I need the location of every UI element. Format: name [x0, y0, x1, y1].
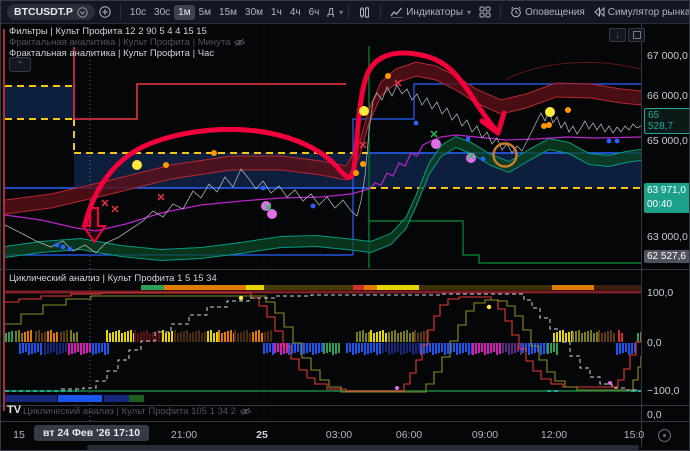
time-tick: 15: [13, 429, 25, 441]
low-price-badge: 62 527,6: [644, 250, 690, 263]
time-tick: 09:00: [472, 429, 498, 441]
indicators-button[interactable]: Индикаторы ▾: [386, 4, 475, 20]
timeframe-button-10с[interactable]: 10с: [126, 5, 150, 20]
indicators-icon: [390, 6, 403, 18]
legend-collapse-button[interactable]: ⌃: [9, 57, 31, 72]
legend-fractal-minute-text: Фрактальная аналитика | Культ Профита | …: [9, 37, 230, 48]
price-axis-label: 63 000,0: [647, 231, 688, 243]
price-axis-label: 66 000,0: [647, 90, 688, 102]
timeframe-more-chevron-icon[interactable]: ▾: [339, 8, 343, 17]
candlestick-icon: [358, 6, 371, 19]
countdown-timer: 00:40: [647, 198, 687, 212]
toolbar-separator: [500, 4, 501, 20]
crosshair-time-badge: вт 24 Фев '26 17:10: [34, 425, 149, 441]
price-axis-label: 0,0: [647, 337, 662, 349]
price-axis-label: 0,0: [647, 409, 662, 421]
top-toolbar: BTCUSDT.P 10с30с1м5м15м30м1ч4ч6чД ▾: [1, 1, 689, 24]
time-tick: 21:00: [171, 429, 197, 441]
eye-hidden-icon[interactable]: [234, 38, 245, 47]
countdown-price-badge: 63 971,000:40: [644, 183, 690, 213]
last-price-badge: 65 528,7: [644, 108, 690, 134]
symbol-dropdown-icon: [77, 7, 88, 18]
time-tick: 25: [256, 429, 268, 441]
legend-fractal-hour[interactable]: Фрактальная аналитика | Культ Профита | …: [9, 48, 214, 59]
timeframe-button-15м[interactable]: 15м: [215, 5, 241, 20]
chart-style-button[interactable]: [354, 4, 375, 21]
time-tick: 03:00: [326, 429, 352, 441]
timeframe-button-30м[interactable]: 30м: [241, 5, 267, 20]
alerts-button[interactable]: Оповещения: [506, 4, 589, 20]
legend-filters[interactable]: Фильтры | Культ Профита 12 2 90 5 4 4 15…: [9, 26, 207, 37]
symbol-label: BTCUSDT.P: [14, 6, 73, 18]
time-tick: 12:00: [541, 429, 567, 441]
timeframe-button-4ч[interactable]: 4ч: [286, 5, 305, 20]
timeframe-button-6ч[interactable]: 6ч: [305, 5, 324, 20]
time-tick: 15:0: [624, 429, 644, 441]
horizontal-scrollbar[interactable]: [87, 445, 639, 450]
legend-fractal-minute[interactable]: Фрактальная аналитика | Культ Профита | …: [9, 37, 245, 48]
price-axis-label: 67 000,0: [647, 50, 688, 62]
timeframe-button-1м[interactable]: 1м: [174, 5, 194, 20]
legend-oscillator[interactable]: Циклический анализ | Культ Профита 1 5 1…: [9, 273, 217, 284]
price-axis-label: 100,0: [647, 287, 673, 299]
toolbar-separator: [120, 4, 121, 20]
chart-canvas[interactable]: [1, 1, 690, 451]
pane-maximize-button[interactable]: [628, 28, 645, 42]
countdown-price: 63 971,0: [647, 184, 687, 198]
legend-fractal-hour-text: Фрактальная аналитика | Культ Профита | …: [9, 48, 214, 59]
symbol-button[interactable]: BTCUSDT.P: [7, 4, 95, 20]
legend-bottom-indicator[interactable]: Циклический анализ | Культ Профита 105 1…: [23, 406, 251, 417]
timeframe-button-5м[interactable]: 5м: [195, 5, 215, 20]
timeframe-button-1ч[interactable]: 1ч: [267, 5, 286, 20]
alerts-label: Оповещения: [525, 7, 585, 18]
tradingview-logo[interactable]: TV: [7, 404, 21, 416]
compare-add-button[interactable]: [95, 4, 115, 20]
timeframe-group: 10с30с1м5м15м30м1ч4ч6чД: [126, 5, 338, 20]
maximize-icon: [633, 31, 641, 39]
axis-settings-gear-icon[interactable]: [658, 429, 671, 442]
toolbar-separator: [348, 4, 349, 20]
price-axis-label: 65 000,0: [647, 135, 688, 147]
replay-label: Симулятор рынка: [608, 7, 690, 18]
legend-bottom-text: Циклический анализ | Культ Профита 105 1…: [23, 406, 236, 417]
toolbar-separator: [380, 4, 381, 20]
legend-oscillator-text: Циклический анализ | Культ Профита 1 5 1…: [9, 273, 217, 284]
timeframe-button-Д[interactable]: Д: [323, 5, 338, 20]
time-tick: 06:00: [396, 429, 422, 441]
price-axis-label: −100,0: [647, 385, 679, 397]
indicators-chevron-icon: ▾: [467, 8, 471, 17]
eye-hidden-icon[interactable]: [240, 407, 251, 416]
pane-down-button[interactable]: ↓: [609, 28, 626, 42]
templates-grid-icon: [479, 6, 491, 18]
replay-rewind-icon: [593, 7, 605, 17]
alarm-clock-icon: [510, 6, 522, 18]
trading-terminal-window: BTCUSDT.P 10с30с1м5м15м30м1ч4ч6чД ▾: [0, 0, 690, 451]
indicators-label: Индикаторы: [406, 7, 463, 18]
plus-circle-icon: [99, 6, 111, 18]
timeframe-button-30с[interactable]: 30с: [150, 5, 174, 20]
indicator-templates-button[interactable]: [475, 4, 495, 20]
legend-filters-text: Фильтры | Культ Профита 12 2 90 5 4 4 15…: [9, 26, 207, 37]
replay-button[interactable]: Симулятор рынка: [589, 5, 690, 20]
